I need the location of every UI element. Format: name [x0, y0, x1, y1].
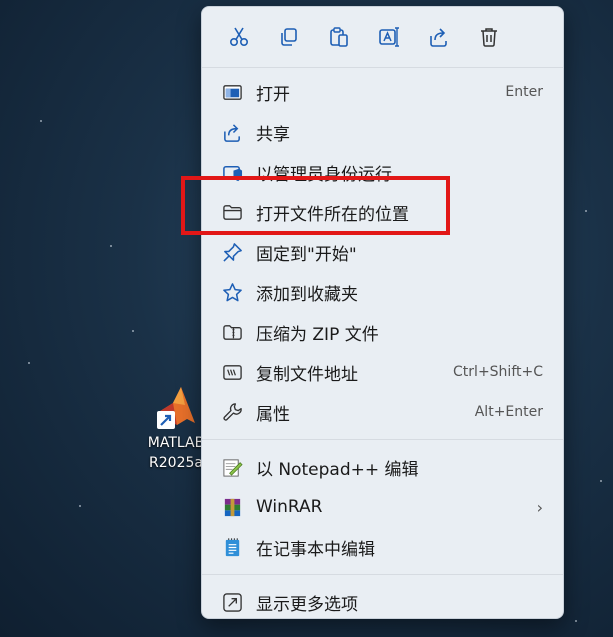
menu-item-label: 固定到"开始" [256, 244, 357, 265]
more-options-icon [221, 591, 243, 613]
delete-button[interactable] [464, 12, 514, 62]
menu-item-label: 在记事本中编辑 [256, 539, 375, 560]
desktop-icon-label: MATLAB [147, 435, 205, 451]
menu-item-edit-notepadpp[interactable]: 以 Notepad++ 编辑 [202, 447, 563, 487]
pin-icon [221, 241, 243, 263]
menu-item-share[interactable]: 共享 [202, 112, 563, 152]
copy-button[interactable] [264, 12, 314, 62]
chevron-right-icon: › [536, 497, 543, 517]
cut-button[interactable] [214, 12, 264, 62]
menu-item-open[interactable]: 打开 Enter [202, 72, 563, 112]
notepadpp-icon [221, 456, 243, 478]
menu-item-copy-as-path[interactable]: 复制文件地址 Ctrl+Shift+C [202, 352, 563, 392]
rename-icon [379, 27, 399, 47]
desktop-icon-label-2: R2025a [149, 455, 203, 471]
menu-item-pin-to-start[interactable]: 固定到"开始" [202, 232, 563, 272]
menu-item-shortcut: Ctrl+Shift+C [453, 364, 543, 380]
menu-item-edit-notepad[interactable]: 在记事本中编辑 [202, 527, 563, 567]
menu-item-label: WinRAR [256, 497, 323, 517]
copy-icon [281, 28, 297, 46]
menu-item-label: 共享 [256, 124, 290, 145]
notepad-icon [221, 536, 243, 558]
share-icon [430, 28, 447, 47]
cut-icon [229, 27, 249, 47]
share-button[interactable] [414, 12, 464, 62]
share-icon [221, 121, 243, 143]
menu-item-show-more-options[interactable]: 显示更多选项 [202, 582, 563, 622]
context-menu: 打开 Enter 共享 以管理员身份运行 打开文件所在的位置 固定到"开始" 添… [201, 6, 564, 619]
menu-separator [202, 574, 563, 575]
menu-item-label: 以 Notepad++ 编辑 [256, 459, 419, 480]
matlab-icon [151, 383, 201, 433]
menu-item-label: 打开文件所在的位置 [256, 204, 409, 225]
app-window-icon [221, 81, 243, 103]
menu-item-label: 以管理员身份运行 [256, 164, 392, 185]
paste-icon [330, 27, 348, 47]
wrench-icon [221, 401, 243, 423]
shortcut-arrow-icon [157, 411, 175, 429]
menu-toolbar [202, 7, 563, 68]
menu-item-shortcut: Enter [505, 84, 543, 100]
path-icon [221, 361, 243, 383]
menu-item-label: 打开 [256, 84, 290, 105]
folder-icon [221, 201, 243, 223]
menu-item-compress-zip[interactable]: 压缩为 ZIP 文件 [202, 312, 563, 352]
menu-item-add-to-favorites[interactable]: 添加到收藏夹 [202, 272, 563, 312]
menu-item-shortcut: Alt+Enter [474, 404, 543, 420]
paste-button[interactable] [314, 12, 364, 62]
menu-item-properties[interactable]: 属性 Alt+Enter [202, 392, 563, 432]
shield-icon [221, 161, 243, 183]
menu-item-winrar[interactable]: WinRAR › [202, 487, 563, 527]
zip-icon [221, 321, 243, 343]
delete-icon [481, 28, 497, 47]
menu-item-open-file-location[interactable]: 打开文件所在的位置 [202, 192, 563, 232]
star-icon [221, 281, 243, 303]
menu-item-label: 属性 [256, 404, 290, 425]
menu-separator [202, 439, 563, 440]
menu-item-label: 压缩为 ZIP 文件 [256, 324, 379, 345]
menu-item-label: 显示更多选项 [256, 594, 358, 615]
winrar-icon [221, 496, 243, 518]
rename-button[interactable] [364, 12, 414, 62]
menu-item-label: 复制文件地址 [256, 364, 358, 385]
menu-item-run-as-admin[interactable]: 以管理员身份运行 [202, 152, 563, 192]
menu-item-label: 添加到收藏夹 [256, 284, 358, 305]
